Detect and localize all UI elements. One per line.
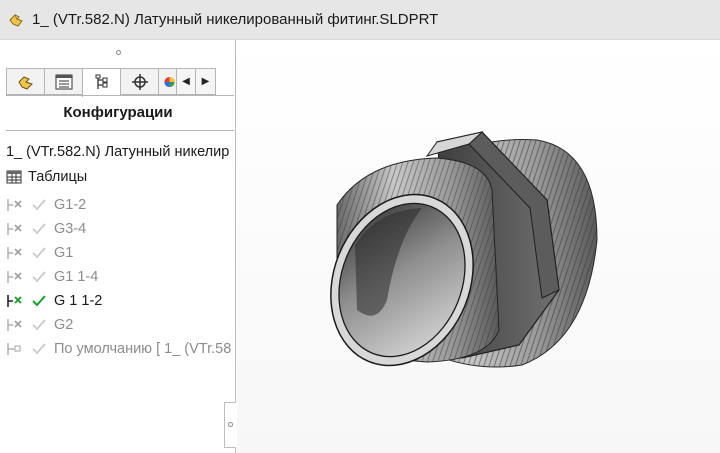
configuration-item-default[interactable]: По умолчанию [ 1_ (VTr.58: [0, 337, 236, 361]
configuration-label: G1: [54, 245, 74, 261]
configuration-icon: [7, 319, 22, 331]
color-wheel-icon: [164, 76, 175, 87]
configuration-tree-icon: [95, 74, 107, 89]
property-list-icon: [55, 74, 72, 89]
active-configuration-icon: [7, 295, 22, 307]
configuration-manager-panel: ◀ ▶ Конфигурации 1_ (VTr.582.N) Латунный…: [0, 40, 236, 453]
window-title: 1_ (VTr.582.N) Латунный никелированный ф…: [32, 11, 439, 28]
panel-collapse-handle[interactable]: [116, 50, 121, 55]
panel-resize-handle[interactable]: [224, 402, 236, 448]
configuration-icon: [7, 271, 22, 283]
check-icon: [32, 271, 46, 283]
tree-root-item[interactable]: 1_ (VTr.582.N) Латунный никелир: [6, 144, 234, 160]
configuration-item-g-1-1-2[interactable]: G 1 1-2: [0, 289, 236, 313]
configuration-label: G3-4: [54, 221, 87, 237]
check-icon: [32, 343, 46, 355]
configuration-label: G2: [54, 317, 74, 333]
configuration-item-g1-2[interactable]: G1-2: [0, 193, 236, 217]
panel-heading: Конфигурации: [63, 104, 173, 121]
graphics-viewport[interactable]: [237, 40, 720, 453]
part-document-icon: [9, 13, 23, 27]
check-icon: [32, 199, 46, 211]
tab-configuration-manager[interactable]: [82, 68, 120, 97]
configuration-item-g1-1-4[interactable]: G1 1-4: [0, 265, 236, 289]
configuration-list: G1-2 G3-4 G1 G1 1-4 G 1 1-2 G2 По умолча…: [0, 193, 236, 361]
tab-divider: [6, 95, 234, 96]
configuration-icon: [7, 199, 22, 211]
configuration-icon: [7, 247, 22, 259]
heading-divider: [6, 130, 234, 131]
part-icon: [17, 75, 33, 90]
configuration-label: G1-2: [54, 197, 87, 213]
tab-feature-manager[interactable]: [6, 68, 44, 95]
check-icon: [32, 295, 46, 307]
configuration-label: G 1 1-2: [54, 293, 103, 309]
configuration-item-g3-4[interactable]: G3-4: [0, 217, 236, 241]
tab-display-manager[interactable]: [158, 68, 176, 95]
tab-scroll-right-button[interactable]: ▶: [196, 68, 216, 95]
tree-tables-label: Таблицы: [28, 169, 88, 185]
configuration-icon: [7, 223, 22, 235]
triangle-left-icon: ◀: [182, 76, 190, 87]
tab-property-manager[interactable]: [44, 68, 82, 95]
configuration-label: G1 1-4: [54, 269, 99, 285]
check-icon: [32, 247, 46, 259]
crosshair-icon: [131, 73, 148, 90]
configuration-label: По умолчанию [ 1_ (VTr.58: [54, 341, 232, 357]
fitting-3d-model: [330, 131, 598, 368]
tree-tables-item[interactable]: Таблицы: [6, 169, 87, 185]
default-configuration-icon: [7, 343, 21, 355]
triangle-right-icon: ▶: [201, 76, 210, 87]
tab-dimxpert-manager[interactable]: [120, 68, 158, 95]
check-icon: [32, 223, 46, 235]
tab-scroll-left-button[interactable]: ◀: [176, 68, 196, 95]
manager-tab-bar: ◀ ▶: [6, 68, 234, 97]
configuration-item-g1[interactable]: G1: [0, 241, 236, 265]
grip-dot: [228, 422, 233, 427]
window-titlebar: 1_ (VTr.582.N) Латунный никелированный ф…: [0, 0, 720, 40]
table-icon: [6, 170, 22, 184]
check-icon: [32, 319, 46, 331]
configuration-item-g2[interactable]: G2: [0, 313, 236, 337]
